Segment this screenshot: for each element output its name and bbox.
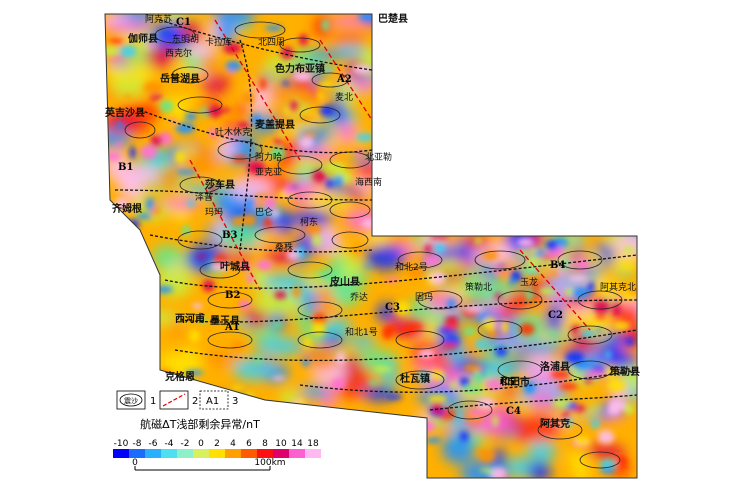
scale-zero-label: 0: [132, 458, 138, 468]
county-label: 克格恩: [165, 370, 195, 383]
place-label: 桑株: [275, 241, 293, 253]
zone-label: C4: [506, 406, 521, 417]
magnetic-anomaly-map: 阿克苏东明胡西克尔 卡拉库 北四周麦北吐木休克阿力哈海西南 北亚勒亚克亚泽普玛玛 巴仑柯…: [104, 12, 640, 479]
color-bar-swatch: [177, 449, 193, 458]
county-label: 西河甫: [175, 312, 205, 325]
zone-label: C5: [500, 377, 515, 388]
zone-label: A1: [224, 322, 240, 333]
color-tick-label: -2: [181, 439, 190, 449]
color-bar-swatch: [225, 449, 241, 458]
place-label: 阿其克北: [600, 282, 636, 293]
county-label: 杜瓦镇: [400, 372, 430, 385]
legend-item-2-num: 2: [192, 396, 198, 407]
county-label: 色力布亚镇: [275, 62, 325, 75]
place-label: 和北2号: [395, 262, 428, 273]
color-bar-swatch: [161, 449, 177, 458]
county-label: 皮山县: [329, 275, 360, 288]
place-label: 泽普: [195, 191, 213, 203]
color-bar: [113, 449, 321, 458]
color-bar-swatch: [305, 449, 321, 458]
county-label: 策勒县: [610, 365, 640, 378]
legend-item-3-desc: A1: [206, 396, 219, 407]
place-label: 东明胡: [172, 33, 199, 45]
color-tick-label: 8: [262, 439, 268, 449]
color-bar-swatch: [145, 449, 161, 458]
place-label: 吐木休克: [215, 126, 251, 138]
place-label: 西克尔: [165, 47, 192, 59]
county-label: 洛浦县: [540, 360, 570, 373]
color-tick-label: 6: [246, 439, 252, 449]
zone-label: C1: [176, 17, 191, 28]
place-label: 巴仑: [255, 206, 273, 218]
color-tick-label: 18: [307, 439, 319, 449]
legend-title: 航磁ΔT浅部剩余异常/nT: [140, 417, 260, 431]
county-label: 英吉沙县: [104, 106, 145, 119]
county-label: 巴楚县: [378, 12, 408, 25]
county-label: 叶城县: [220, 260, 250, 273]
color-bar-swatch: [241, 449, 257, 458]
zone-label: A2: [336, 74, 352, 85]
place-label: 麦北: [335, 91, 353, 103]
place-label: 玛玛: [205, 207, 223, 218]
place-label: 和北1号: [345, 327, 378, 338]
zone-label: B2: [225, 290, 240, 301]
scale-distance-label: 100km: [254, 458, 285, 468]
zone-label: C2: [548, 310, 563, 321]
county-label: 岳普湖县: [160, 72, 200, 85]
county-label: 阿其克: [540, 417, 570, 430]
color-tick-label: 14: [291, 439, 303, 449]
color-bar-swatch: [193, 449, 209, 458]
color-bar-swatch: [273, 449, 289, 458]
county-label: 莎车县: [205, 178, 235, 191]
place-label: 阿力哈: [255, 151, 282, 163]
color-tick-label: 10: [275, 439, 287, 449]
color-tick-label: -4: [165, 439, 174, 449]
zone-label: B4: [550, 260, 565, 271]
color-tick-label: 0: [198, 439, 204, 449]
county-label: 齐姆根: [112, 202, 142, 215]
color-bar-swatch: [209, 449, 225, 458]
place-label: 阿克苏: [145, 13, 172, 25]
place-label: 乔达: [350, 291, 368, 303]
place-label: 玉龙: [520, 276, 538, 288]
county-label: 伽师县: [128, 32, 158, 45]
color-tick-label: 4: [230, 439, 236, 449]
color-bar-ticks: -10 -8 -6 -4 -2 0 2 4 6 8 10 14 18: [114, 439, 319, 449]
legend-item-1-num: 1: [150, 396, 156, 407]
zone-label: B3: [222, 230, 237, 241]
scale-bar: 0 100km: [132, 458, 286, 471]
color-bar-swatch: [257, 449, 273, 458]
place-label: 卡拉库: [205, 36, 232, 48]
legend-symbols: 震沙 1 2 A1 3: [116, 390, 238, 410]
color-tick-label: -8: [133, 439, 142, 449]
place-label: 北亚勒: [365, 151, 392, 163]
color-bar-swatch: [113, 449, 129, 458]
color-tick-label: -6: [149, 439, 158, 449]
zone-label: B1: [118, 162, 133, 173]
legend-item-3-num: 3: [232, 396, 238, 407]
place-label: 固玛: [415, 292, 433, 303]
legend-item-1-desc: 震沙: [124, 397, 138, 405]
place-label: 策勒北: [465, 281, 492, 293]
color-tick-label: -10: [114, 439, 129, 449]
zone-label: C3: [385, 302, 400, 313]
color-tick-label: 2: [214, 439, 220, 449]
color-bar-swatch: [289, 449, 305, 458]
place-label: 海西南: [355, 176, 382, 188]
place-label: 柯东: [300, 216, 318, 228]
color-bar-swatch: [129, 449, 145, 458]
place-label: 北四周: [258, 37, 285, 48]
place-label: 亚克亚: [255, 167, 282, 178]
county-label: 麦盖提县: [255, 118, 295, 131]
